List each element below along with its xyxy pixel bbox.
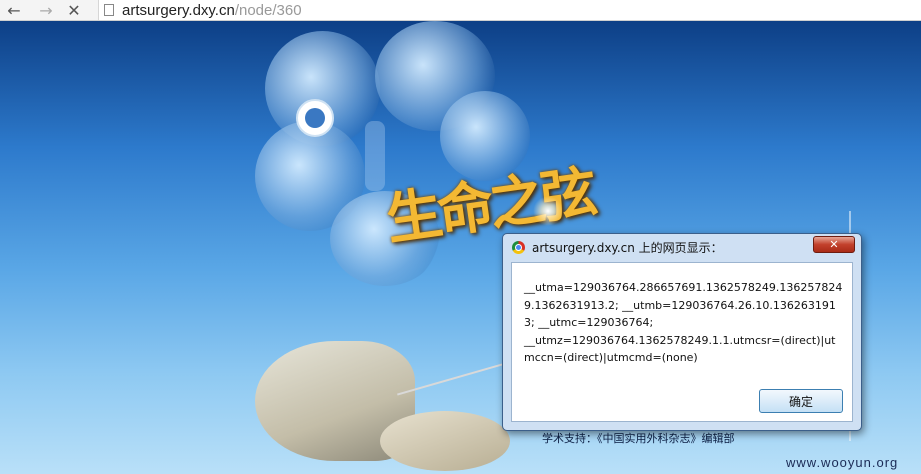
page-icon <box>104 4 114 16</box>
forward-icon[interactable]: → <box>36 0 56 20</box>
browser-toolbar: ← → ✕ artsurgery.dxy.cn/node/360 <box>0 0 921 21</box>
footer-credit: 学术支持：《中国实用外科杂志》编辑部 <box>542 432 735 445</box>
stop-icon[interactable]: ✕ <box>64 0 84 20</box>
surgeon-hand-image <box>380 411 510 471</box>
dialog-titlebar[interactable]: artsurgery.dxy.cn 上的网页显示： ✕ <box>503 234 861 260</box>
watermark: www.wooyun.org <box>786 455 899 470</box>
back-icon[interactable]: ← <box>4 0 24 20</box>
url-host: artsurgery.dxy.cn <box>122 1 235 19</box>
ok-button[interactable]: 确定 <box>759 389 843 413</box>
url-path: /node/360 <box>234 1 302 19</box>
chrome-icon <box>512 240 525 254</box>
sparkle-image <box>533 196 563 226</box>
address-bar[interactable]: artsurgery.dxy.cn/node/360 <box>98 0 921 20</box>
close-button[interactable]: ✕ <box>813 236 855 253</box>
dialog-title: artsurgery.dxy.cn 上的网页显示： <box>532 240 723 255</box>
society-logo <box>296 99 334 137</box>
dialog-body: __utma=129036764.286657691.1362578249.13… <box>511 262 853 422</box>
alert-dialog: artsurgery.dxy.cn 上的网页显示： ✕ __utma=12903… <box>502 233 862 431</box>
url-text: artsurgery.dxy.cn/node/360 <box>122 2 302 19</box>
alert-message: __utma=129036764.286657691.1362578249.13… <box>524 281 843 364</box>
